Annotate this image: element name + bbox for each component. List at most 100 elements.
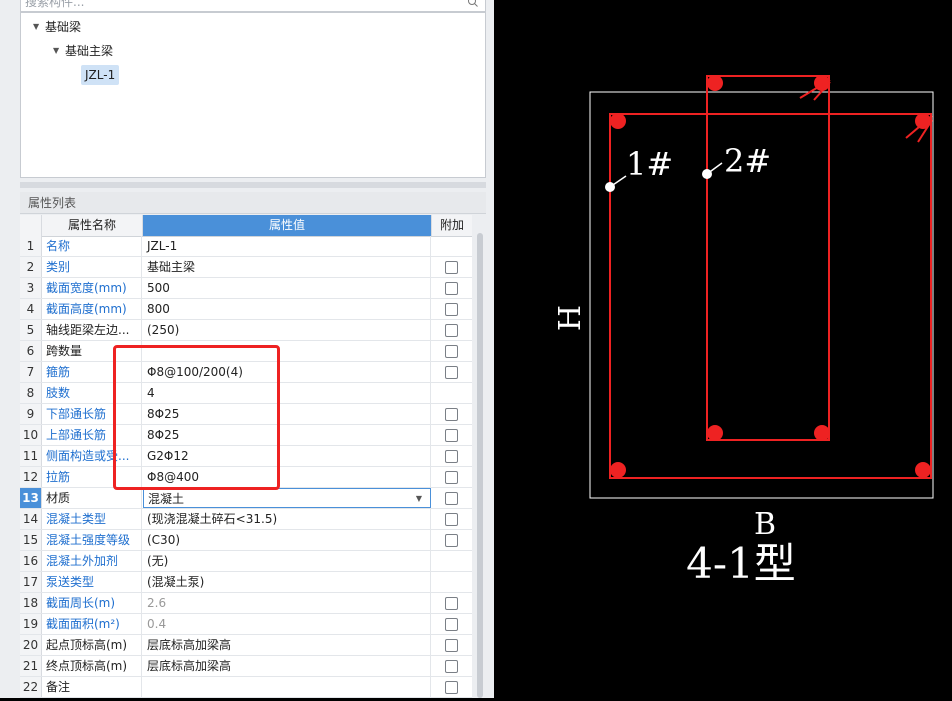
row-index: 3	[20, 278, 42, 298]
extra-cell	[432, 509, 472, 529]
property-row[interactable]: 5 轴线距梁左边... (250)	[20, 320, 472, 341]
header-extra[interactable]: 附加	[432, 215, 472, 236]
property-list-title: 属性列表	[20, 192, 486, 214]
row-index: 13	[20, 488, 42, 508]
header-name[interactable]: 属性名称	[42, 215, 143, 236]
row-index: 19	[20, 614, 42, 634]
tree-node-selected[interactable]: JZL-1	[81, 65, 120, 85]
property-value[interactable]: 层底标高加梁高	[143, 635, 431, 655]
extra-checkbox[interactable]	[445, 618, 458, 631]
search-icon[interactable]	[467, 0, 479, 11]
property-value-text: 2.6	[147, 596, 167, 610]
tree-node-root[interactable]: ▼ 基础梁	[33, 17, 81, 37]
property-value[interactable]: 基础主梁	[143, 257, 431, 277]
extra-checkbox[interactable]	[445, 303, 458, 316]
property-row[interactable]: 16 混凝土外加剂 (无)	[20, 551, 472, 572]
extra-checkbox[interactable]	[445, 366, 458, 379]
cad-drawing-area[interactable]: 1# 2# H B 4-1型	[494, 0, 952, 698]
extra-cell	[432, 278, 472, 298]
property-name: 名称	[42, 236, 142, 256]
property-name: 混凝土外加剂	[42, 551, 142, 571]
grid-scrollbar[interactable]	[474, 215, 486, 698]
material-dropdown[interactable]: 混凝土 ▼	[143, 488, 431, 508]
property-name: 截面周长(m)	[42, 593, 142, 613]
extra-checkbox[interactable]	[445, 345, 458, 358]
scrollbar-thumb[interactable]	[477, 233, 483, 698]
extra-cell	[432, 362, 472, 382]
property-value[interactable]: 层底标高加梁高	[143, 656, 431, 676]
dropdown-arrow-icon[interactable]: ▼	[416, 489, 422, 507]
extra-cell	[432, 467, 472, 487]
extra-cell	[432, 341, 472, 361]
row-index: 8	[20, 383, 42, 403]
extra-checkbox[interactable]	[445, 282, 458, 295]
property-value[interactable]: (混凝土泵)	[143, 572, 431, 592]
extra-checkbox[interactable]	[445, 408, 458, 421]
property-row[interactable]: 22 备注	[20, 677, 472, 698]
property-row[interactable]: 13 材质 混凝土 ▼	[20, 488, 472, 509]
property-name: 截面宽度(mm)	[42, 278, 142, 298]
property-value[interactable]	[143, 677, 431, 697]
property-name: 截面高度(mm)	[42, 299, 142, 319]
property-row[interactable]: 15 混凝土强度等级 (C30)	[20, 530, 472, 551]
extra-checkbox[interactable]	[445, 324, 458, 337]
header-index	[20, 215, 42, 236]
property-row[interactable]: 19 截面面积(m²) 0.4	[20, 614, 472, 635]
property-value[interactable]: 500	[143, 278, 431, 298]
property-row[interactable]: 21 终点顶标高(m) 层底标高加梁高	[20, 656, 472, 677]
extra-checkbox[interactable]	[445, 513, 458, 526]
property-name: 材质	[42, 488, 142, 508]
row-index: 17	[20, 572, 42, 592]
property-value[interactable]: (C30)	[143, 530, 431, 550]
extra-checkbox[interactable]	[445, 639, 458, 652]
property-name: 泵送类型	[42, 572, 142, 592]
extra-checkbox[interactable]	[445, 492, 458, 505]
property-value[interactable]: (现浇混凝土碎石<31.5)	[143, 509, 431, 529]
extra-checkbox[interactable]	[445, 534, 458, 547]
extra-checkbox[interactable]	[445, 597, 458, 610]
type-label: 4-1型	[686, 539, 796, 588]
property-row[interactable]: 1 名称 JZL-1	[20, 236, 472, 257]
property-value[interactable]: (250)	[143, 320, 431, 340]
row-index: 2	[20, 257, 42, 277]
extra-checkbox[interactable]	[445, 681, 458, 694]
property-row[interactable]: 14 混凝土类型 (现浇混凝土碎石<31.5)	[20, 509, 472, 530]
extra-checkbox[interactable]	[445, 471, 458, 484]
property-row[interactable]: 3 截面宽度(mm) 500	[20, 278, 472, 299]
property-value[interactable]: JZL-1	[143, 236, 431, 256]
splitter[interactable]	[20, 182, 486, 188]
collapse-arrow-icon[interactable]: ▼	[53, 41, 65, 61]
property-row[interactable]: 18 截面周长(m) 2.6	[20, 593, 472, 614]
extra-checkbox[interactable]	[445, 261, 458, 274]
property-row[interactable]: 20 起点顶标高(m) 层底标高加梁高	[20, 635, 472, 656]
extra-cell	[432, 425, 472, 445]
leader-point	[605, 182, 615, 192]
tree-node-child[interactable]: ▼ 基础主梁	[53, 41, 113, 61]
property-value[interactable]: (无)	[143, 551, 431, 571]
section-drawing: 1# 2# H B 4-1型	[553, 75, 934, 588]
property-name: 混凝土强度等级	[42, 530, 142, 550]
search-bar[interactable]: 搜索构件...	[20, 0, 486, 12]
property-value[interactable]: 2.6	[143, 593, 431, 613]
property-row[interactable]: 17 泵送类型 (混凝土泵)	[20, 572, 472, 593]
left-panel: 搜索构件... ▼ 基础梁 ▼ 基础主梁 JZL-1 属性列表 属性名称 属性值 附…	[0, 0, 494, 698]
property-row[interactable]: 4 截面高度(mm) 800	[20, 299, 472, 320]
row-index: 10	[20, 425, 42, 445]
extra-checkbox[interactable]	[445, 450, 458, 463]
extra-cell	[432, 677, 472, 697]
property-value[interactable]: 0.4	[143, 614, 431, 634]
property-value-text: 层底标高加梁高	[147, 638, 232, 652]
collapse-arrow-icon[interactable]: ▼	[33, 17, 45, 37]
extra-cell	[432, 446, 472, 466]
extra-checkbox[interactable]	[445, 660, 458, 673]
header-value[interactable]: 属性值	[143, 215, 432, 236]
property-row[interactable]: 2 类别 基础主梁	[20, 257, 472, 278]
row-index: 11	[20, 446, 42, 466]
extra-cell	[432, 404, 472, 424]
property-value[interactable]: 800	[143, 299, 431, 319]
property-value-text: 混凝土	[148, 492, 185, 506]
rebar-dot	[915, 462, 931, 478]
extra-checkbox[interactable]	[445, 429, 458, 442]
property-name: 终点顶标高(m)	[42, 656, 142, 676]
tree-node-child-label: 基础主梁	[65, 44, 114, 58]
